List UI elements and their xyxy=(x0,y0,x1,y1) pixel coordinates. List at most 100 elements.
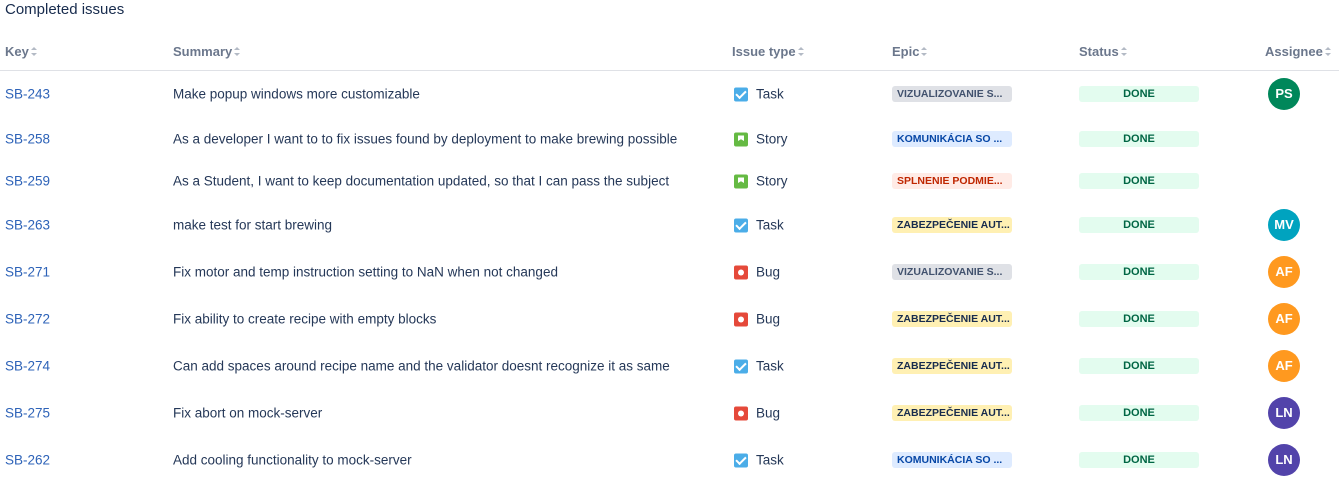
table-row[interactable]: SB-262 Add cooling functionality to mock-… xyxy=(0,438,1339,479)
issue-type: Bug xyxy=(734,312,780,327)
task-icon xyxy=(734,218,748,232)
section-title: Completed issues xyxy=(5,1,125,18)
issue-key-link[interactable]: SB-259 xyxy=(5,174,50,189)
status-badge: DONE xyxy=(1079,173,1199,189)
issue-key-link[interactable]: SB-262 xyxy=(5,453,50,468)
issue-summary[interactable]: Fix motor and temp instruction setting t… xyxy=(173,265,558,280)
issue-summary[interactable]: Can add spaces around recipe name and th… xyxy=(173,359,670,374)
column-header-label: Status xyxy=(1079,44,1119,59)
column-header-label: Assignee xyxy=(1265,44,1323,59)
issue-type-label: Task xyxy=(756,86,784,102)
story-icon xyxy=(734,132,748,146)
sort-icon xyxy=(921,47,928,57)
column-header-label: Epic xyxy=(892,44,920,59)
table-row[interactable]: SB-258 As a developer I want to to fix is… xyxy=(0,117,1339,161)
issue-summary[interactable]: Fix abort on mock-server xyxy=(173,406,322,421)
status-badge: DONE xyxy=(1079,452,1199,468)
status-badge: DONE xyxy=(1079,358,1199,374)
column-header-summary[interactable]: Summary xyxy=(173,44,241,59)
bug-icon xyxy=(734,312,748,326)
status-badge: DONE xyxy=(1079,405,1199,421)
issue-type-label: Story xyxy=(756,131,788,147)
issue-summary[interactable]: Add cooling functionality to mock-server xyxy=(173,453,412,468)
status-badge: DONE xyxy=(1079,217,1199,233)
issue-key-link[interactable]: SB-271 xyxy=(5,265,50,280)
issue-type: Task xyxy=(734,87,784,102)
issue-type: Task xyxy=(734,218,784,233)
table-header: Key Summary Issue type Epic Status Assig… xyxy=(0,42,1339,71)
column-header-label: Summary xyxy=(173,44,233,59)
sort-icon xyxy=(1324,47,1331,57)
issue-type-label: Bug xyxy=(756,311,781,327)
assignee-avatar[interactable]: PS xyxy=(1268,78,1300,110)
issue-type-label: Bug xyxy=(756,264,781,280)
epic-badge[interactable]: KOMUNIKÁCIA SO ... xyxy=(892,131,1012,147)
column-header-label: Key xyxy=(5,44,29,59)
table-row[interactable]: SB-263 make test for start brewing Task ZAB… xyxy=(0,203,1339,247)
issue-key-link[interactable]: SB-272 xyxy=(5,312,50,327)
table-row[interactable]: SB-274 Can add spaces around recipe name … xyxy=(0,344,1339,388)
issue-type: Task xyxy=(734,453,784,468)
issue-type-label: Story xyxy=(756,173,788,189)
column-header-assignee[interactable]: Assignee xyxy=(1265,44,1331,59)
issue-type: Task xyxy=(734,359,784,374)
issue-type-label: Task xyxy=(756,358,784,374)
epic-badge[interactable]: ZABEZPEČENIE AUT... xyxy=(892,217,1012,233)
sort-icon xyxy=(1120,47,1127,57)
assignee-avatar[interactable]: LN xyxy=(1268,444,1300,476)
sort-icon xyxy=(797,47,804,57)
epic-badge[interactable]: SPLNENIE PODMIE... xyxy=(892,173,1012,189)
bug-icon xyxy=(734,265,748,279)
assignee-avatar[interactable]: AF xyxy=(1268,256,1300,288)
table-row[interactable]: SB-271 Fix motor and temp instruction set… xyxy=(0,250,1339,294)
completed-issues-panel: Completed issues Key Summary Issue type … xyxy=(0,0,1339,479)
story-icon xyxy=(734,174,748,188)
table-row[interactable]: SB-243 Make popup windows more customizab… xyxy=(0,72,1339,116)
issue-summary[interactable]: make test for start brewing xyxy=(173,218,332,233)
assignee-avatar[interactable]: AF xyxy=(1268,303,1300,335)
epic-badge[interactable]: VIZUALIZOVANIE S... xyxy=(892,86,1012,102)
issue-summary[interactable]: Fix ability to create recipe with empty … xyxy=(173,312,436,327)
issue-type: Bug xyxy=(734,406,780,421)
table-row[interactable]: SB-275 Fix abort on mock-server Bug ZABEZPE… xyxy=(0,391,1339,435)
issue-type-label: Bug xyxy=(756,405,781,421)
issue-summary[interactable]: As a developer I want to to fix issues f… xyxy=(173,132,677,147)
task-icon xyxy=(734,453,748,467)
issue-summary[interactable]: Make popup windows more customizable xyxy=(173,87,420,102)
issue-type-label: Task xyxy=(756,217,784,233)
epic-badge[interactable]: ZABEZPEČENIE AUT... xyxy=(892,311,1012,327)
issue-type: Bug xyxy=(734,265,780,280)
issue-key-link[interactable]: SB-263 xyxy=(5,218,50,233)
table-row[interactable]: SB-272 Fix ability to create recipe with … xyxy=(0,297,1339,341)
assignee-avatar[interactable]: AF xyxy=(1268,350,1300,382)
epic-badge[interactable]: VIZUALIZOVANIE S... xyxy=(892,264,1012,280)
epic-badge[interactable]: ZABEZPEČENIE AUT... xyxy=(892,358,1012,374)
issue-type: Story xyxy=(734,132,788,147)
column-header-issue-type[interactable]: Issue type xyxy=(732,44,804,59)
issue-type-label: Task xyxy=(756,452,784,468)
column-header-status[interactable]: Status xyxy=(1079,44,1127,59)
column-header-key[interactable]: Key xyxy=(5,44,37,59)
epic-badge[interactable]: ZABEZPEČENIE AUT... xyxy=(892,405,1012,421)
sort-icon xyxy=(30,47,37,57)
bug-icon xyxy=(734,406,748,420)
issue-type: Story xyxy=(734,174,788,189)
status-badge: DONE xyxy=(1079,264,1199,280)
issue-key-link[interactable]: SB-258 xyxy=(5,132,50,147)
table-row[interactable]: SB-259 As a Student, I want to keep docum… xyxy=(0,159,1339,203)
column-header-label: Issue type xyxy=(732,44,796,59)
assignee-avatar[interactable]: MV xyxy=(1268,209,1300,241)
task-icon xyxy=(734,87,748,101)
status-badge: DONE xyxy=(1079,311,1199,327)
column-header-epic[interactable]: Epic xyxy=(892,44,928,59)
epic-badge[interactable]: KOMUNIKÁCIA SO ... xyxy=(892,452,1012,468)
issue-key-link[interactable]: SB-243 xyxy=(5,87,50,102)
issue-summary[interactable]: As a Student, I want to keep documentati… xyxy=(173,174,669,189)
issue-key-link[interactable]: SB-274 xyxy=(5,359,50,374)
status-badge: DONE xyxy=(1079,86,1199,102)
sort-icon xyxy=(234,47,241,57)
task-icon xyxy=(734,359,748,373)
status-badge: DONE xyxy=(1079,131,1199,147)
issue-key-link[interactable]: SB-275 xyxy=(5,406,50,421)
assignee-avatar[interactable]: LN xyxy=(1268,397,1300,429)
